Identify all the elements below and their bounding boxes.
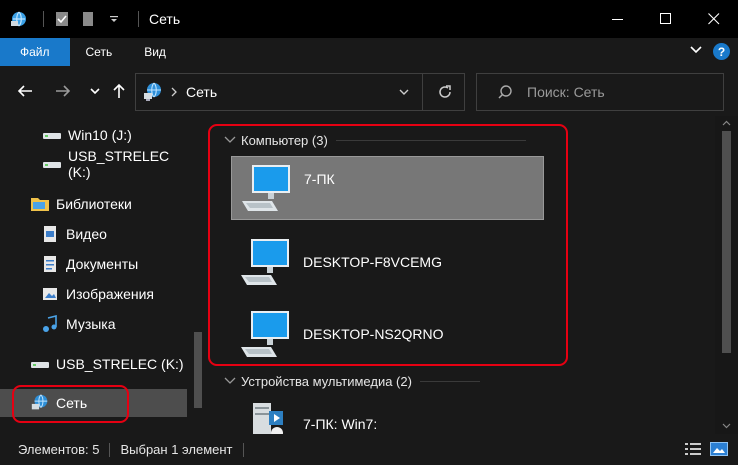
- computer-icon: [238, 160, 294, 216]
- sidebar-item-pictures[interactable]: Изображения: [0, 280, 154, 308]
- sidebar-scrollbar[interactable]: [187, 116, 209, 434]
- computer-icon: [237, 306, 293, 362]
- chevron-down-icon: [90, 88, 100, 95]
- media-server-icon: [237, 396, 293, 434]
- address-path[interactable]: Сеть: [186, 84, 217, 100]
- content-scrollbar[interactable]: [715, 116, 738, 434]
- chevron-down-icon: [690, 46, 702, 54]
- sidebar-item-usb-strelec[interactable]: USB_STRELEC (K:): [0, 148, 187, 180]
- status-divider: [242, 442, 244, 457]
- sidebar-item-usb-strelec-2[interactable]: USB_STRELEC (K:): [0, 350, 184, 378]
- list-item-computer-7pk[interactable]: 7-ПК: [231, 156, 544, 220]
- address-history-button[interactable]: [398, 86, 410, 98]
- close-icon: [708, 13, 720, 25]
- sidebar-scroll-thumb[interactable]: [194, 332, 202, 408]
- sidebar-item-video[interactable]: Видео: [0, 220, 107, 248]
- new-folder-icon[interactable]: [78, 9, 98, 29]
- ribbon-tabs: Файл Сеть Вид ?: [0, 38, 738, 66]
- sidebar-item-libraries[interactable]: Библиотеки: [0, 190, 132, 218]
- scroll-up-icon[interactable]: [722, 120, 731, 126]
- up-button[interactable]: [108, 80, 130, 102]
- search-input[interactable]: Поиск: Сеть: [476, 73, 724, 111]
- pictures-icon: [40, 284, 60, 304]
- group-divider: [335, 139, 526, 141]
- window-title: Сеть: [149, 11, 181, 27]
- drive-icon: [30, 354, 50, 374]
- network-app-icon[interactable]: [9, 9, 29, 29]
- quick-access-toolbar: Сеть: [0, 0, 180, 38]
- drive-icon: [42, 125, 62, 145]
- music-icon: [40, 314, 60, 334]
- recent-locations-button[interactable]: [84, 80, 106, 102]
- arrow-right-icon: [56, 85, 71, 97]
- video-icon: [40, 224, 60, 244]
- maximize-button[interactable]: [642, 0, 690, 38]
- selection-count: Выбран 1 элемент: [120, 442, 233, 457]
- toolbar-divider: [138, 11, 139, 27]
- search-placeholder: Поиск: Сеть: [527, 84, 605, 100]
- chevron-down-icon: [223, 377, 237, 385]
- sidebar-item-documents[interactable]: Документы: [0, 250, 138, 278]
- search-icon: [497, 84, 513, 100]
- tab-file[interactable]: Файл: [0, 38, 70, 66]
- list-item-computer-f8vcemg[interactable]: DESKTOP-F8VCEMG: [231, 230, 544, 294]
- sidebar-item-network[interactable]: Сеть: [0, 389, 187, 417]
- computer-icon: [237, 234, 293, 290]
- details-view-button[interactable]: [684, 442, 702, 459]
- forward-button[interactable]: [52, 80, 74, 102]
- tiles-view-icon: [710, 442, 728, 456]
- tab-view[interactable]: Вид: [128, 38, 182, 66]
- help-button[interactable]: ?: [713, 43, 730, 60]
- sidebar-item-music[interactable]: Музыка: [0, 310, 116, 338]
- address-divider: [422, 74, 423, 110]
- minimize-button[interactable]: [594, 0, 642, 38]
- close-button[interactable]: [690, 0, 738, 38]
- network-icon: [142, 81, 164, 103]
- list-item-media-7pk[interactable]: 7-ПК: Win7:: [231, 392, 544, 434]
- maximize-icon: [660, 13, 671, 24]
- status-bar: Элементов: 5 Выбран 1 элемент: [0, 434, 738, 465]
- documents-icon: [40, 254, 60, 274]
- chevron-right-icon[interactable]: [170, 87, 178, 97]
- navigation-pane: Win10 (J:) USB_STRELEC (K:) Библиотеки В…: [0, 116, 187, 434]
- expand-ribbon-button[interactable]: [689, 43, 703, 60]
- drive-icon: [42, 154, 62, 174]
- title-bar: Сеть: [0, 0, 738, 38]
- details-view-icon: [685, 443, 701, 455]
- address-bar[interactable]: Сеть: [135, 73, 465, 111]
- network-icon: [30, 393, 50, 413]
- group-header-media-devices[interactable]: Устройства мультимедиа (2): [209, 369, 715, 393]
- group-header-computers[interactable]: Компьютер (3): [209, 128, 715, 152]
- back-button[interactable]: [14, 80, 36, 102]
- sidebar-item-win10[interactable]: Win10 (J:): [0, 121, 132, 149]
- tab-network[interactable]: Сеть: [70, 38, 129, 66]
- libraries-icon: [30, 194, 50, 214]
- items-count: Элементов: 5: [18, 442, 100, 457]
- file-list: Компьютер (3) 7-ПК DESKTOP-F8VCEMG DESKT…: [209, 116, 715, 434]
- toolbar-divider: [43, 11, 44, 27]
- list-item-computer-ns2qrno[interactable]: DESKTOP-NS2QRNO: [231, 302, 544, 366]
- chevron-down-icon: [399, 89, 409, 95]
- content-scroll-thumb[interactable]: [722, 131, 731, 353]
- scroll-down-icon[interactable]: [722, 423, 731, 429]
- arrow-up-icon: [113, 83, 125, 98]
- status-divider: [109, 442, 111, 457]
- arrow-left-icon: [17, 85, 32, 97]
- group-divider: [419, 380, 480, 382]
- tiles-view-button[interactable]: [710, 442, 728, 459]
- minimize-icon: [612, 19, 623, 20]
- chevron-down-icon: [223, 136, 237, 144]
- properties-icon[interactable]: [52, 9, 72, 29]
- refresh-icon: [439, 85, 451, 98]
- refresh-button[interactable]: [436, 83, 454, 101]
- customize-toolbar-icon[interactable]: [104, 9, 124, 29]
